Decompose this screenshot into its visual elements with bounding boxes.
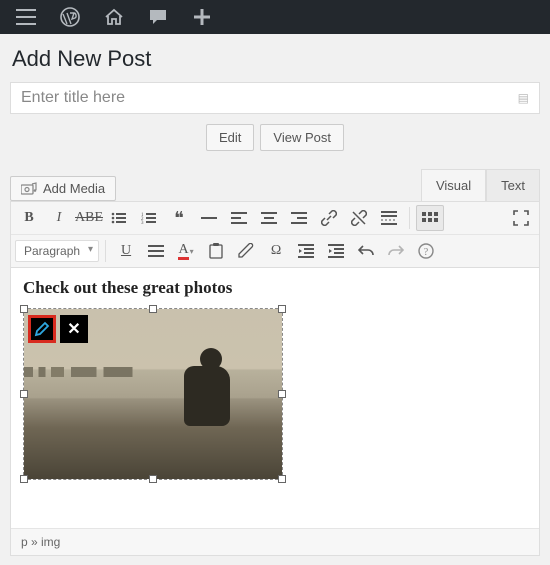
help-button[interactable]: ? [412, 238, 440, 264]
special-char-button[interactable]: Ω [262, 238, 290, 264]
resize-handle[interactable] [20, 390, 28, 398]
resize-handle[interactable] [20, 305, 28, 313]
bulleted-list-button[interactable] [105, 205, 133, 231]
align-right-button[interactable] [285, 205, 313, 231]
permalink-row: Edit View Post [10, 124, 540, 151]
paste-text-button[interactable] [202, 238, 230, 264]
home-icon[interactable] [92, 0, 136, 34]
remove-image-button[interactable]: ✕ [60, 315, 88, 343]
underline-button[interactable]: U [112, 238, 140, 264]
menu-icon[interactable] [4, 0, 48, 34]
text-color-button[interactable]: A▾ [172, 238, 200, 264]
tab-visual[interactable]: Visual [421, 169, 486, 201]
unlink-button[interactable] [345, 205, 373, 231]
align-center-button[interactable] [255, 205, 283, 231]
camera-music-icon [21, 182, 37, 196]
lock-icon: ▤ [518, 91, 529, 105]
undo-button[interactable] [352, 238, 380, 264]
resize-handle[interactable] [20, 475, 28, 483]
resize-handle[interactable] [278, 305, 286, 313]
kitchen-sink-button[interactable] [416, 205, 444, 231]
paragraph-select[interactable]: Paragraph [15, 240, 99, 262]
plus-icon[interactable] [180, 0, 224, 34]
editor: B I ABE 123 ❝ Paragraph [10, 201, 540, 556]
link-button[interactable] [315, 205, 343, 231]
hr-button[interactable] [195, 205, 223, 231]
indent-button[interactable] [322, 238, 350, 264]
resize-handle[interactable] [149, 475, 157, 483]
strike-button[interactable]: ABE [75, 205, 103, 231]
post-heading: Check out these great photos [23, 278, 527, 298]
editor-mode-tabs: Visual Text [421, 169, 540, 201]
redo-button[interactable] [382, 238, 410, 264]
fullscreen-button[interactable] [507, 205, 535, 231]
resize-handle[interactable] [278, 475, 286, 483]
wordpress-icon[interactable] [48, 0, 92, 34]
align-justify-button[interactable] [142, 238, 170, 264]
numbered-list-button[interactable]: 123 [135, 205, 163, 231]
selected-image[interactable]: ✕ [23, 308, 283, 480]
page-title: Add New Post [12, 46, 540, 72]
element-path[interactable]: p » img [11, 528, 539, 555]
svg-text:3: 3 [141, 221, 144, 225]
edit-image-button[interactable] [28, 315, 56, 343]
blockquote-button[interactable]: ❝ [165, 205, 193, 231]
view-post-button[interactable]: View Post [260, 124, 344, 151]
resize-handle[interactable] [278, 390, 286, 398]
edit-permalink-button[interactable]: Edit [206, 124, 254, 151]
comment-icon[interactable] [136, 0, 180, 34]
svg-text:?: ? [424, 247, 429, 258]
editor-toolbar: B I ABE 123 ❝ Paragraph [11, 202, 539, 268]
add-media-button[interactable]: Add Media [10, 176, 116, 201]
add-media-label: Add Media [43, 181, 105, 196]
title-placeholder: Enter title here [21, 89, 125, 107]
outdent-button[interactable] [292, 238, 320, 264]
read-more-button[interactable] [375, 205, 403, 231]
post-title-input[interactable]: Enter title here ▤ [10, 82, 540, 114]
bold-button[interactable]: B [15, 205, 43, 231]
align-left-button[interactable] [225, 205, 253, 231]
admin-toolbar [0, 0, 550, 34]
clear-formatting-button[interactable] [232, 238, 260, 264]
resize-handle[interactable] [149, 305, 157, 313]
italic-button[interactable]: I [45, 205, 73, 231]
editor-content[interactable]: Check out these great photos ✕ [11, 268, 539, 528]
tab-text[interactable]: Text [486, 169, 540, 201]
